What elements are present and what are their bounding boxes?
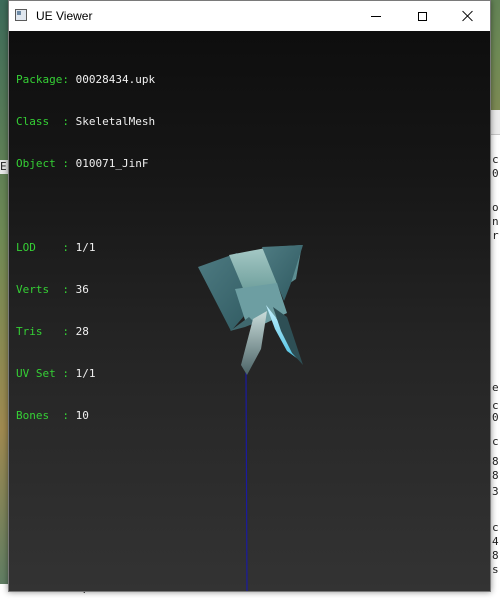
- console-char: 8: [492, 469, 499, 482]
- info-package: Package: 00028434.upk: [16, 73, 155, 87]
- info-label: Tris :: [16, 325, 69, 338]
- console-char: c: [492, 435, 499, 448]
- info-value: 28: [75, 325, 89, 338]
- mesh-dark-tail: [273, 307, 303, 365]
- info-label: Verts :: [16, 283, 69, 296]
- info-label: LOD :: [16, 241, 69, 254]
- console-char: c: [492, 153, 499, 166]
- info-value: 1/1: [75, 241, 96, 254]
- console-char: r: [492, 229, 499, 242]
- mesh-info-overlay: Package: 00028434.upk Class : SkeletalMe…: [16, 45, 155, 451]
- console-char: 0: [492, 411, 499, 424]
- info-value: 010071_JinF: [75, 157, 149, 170]
- console-left-glyph: E: [0, 160, 8, 174]
- console-char: c: [492, 521, 499, 534]
- ue-viewer-window[interactable]: UE Viewer Package: 00028434.upk Class: …: [8, 0, 491, 592]
- bone-line: [245, 370, 248, 591]
- maximize-icon: [417, 11, 427, 21]
- info-value: 36: [75, 283, 89, 296]
- info-label: Object :: [16, 157, 69, 170]
- console-char: e: [492, 381, 499, 394]
- info-tris: Tris : 28: [16, 325, 155, 339]
- console-char: 4: [492, 535, 499, 548]
- info-value: 1/1: [75, 367, 96, 380]
- console-char: s: [492, 563, 499, 576]
- info-label: UV Set :: [16, 367, 69, 380]
- info-uvset: UV Set : 1/1: [16, 367, 155, 381]
- app-icon[interactable]: [15, 9, 27, 21]
- info-value: 00028434.upk: [75, 73, 156, 86]
- info-value: SkeletalMesh: [75, 115, 156, 128]
- info-bones: Bones : 10: [16, 409, 155, 423]
- info-verts: Verts : 36: [16, 283, 155, 297]
- console-char: 3: [492, 485, 499, 498]
- console-char: 8: [492, 549, 499, 562]
- close-button[interactable]: [445, 1, 491, 31]
- 3d-viewport[interactable]: Package: 00028434.upk Class : SkeletalMe…: [9, 31, 490, 591]
- console-toolbar: [491, 110, 500, 135]
- title-bar[interactable]: UE Viewer: [9, 1, 490, 31]
- console-right-edge: c 0 o n r e c 0 c 8 8 3 c 4 8 s: [490, 110, 500, 600]
- info-label: Package:: [16, 73, 69, 86]
- close-icon: [462, 10, 474, 22]
- minimize-button[interactable]: [353, 1, 399, 31]
- info-lod: LOD : 1/1: [16, 241, 155, 255]
- console-char: 0: [492, 167, 499, 180]
- info-label: Class :: [16, 115, 69, 128]
- console-char: n: [492, 215, 499, 228]
- info-value: 10: [75, 409, 89, 422]
- info-class: Class : SkeletalMesh: [16, 115, 155, 129]
- console-char: 8: [492, 455, 499, 468]
- minimize-icon: [371, 15, 381, 17]
- window-title: UE Viewer: [36, 9, 93, 23]
- info-label: Bones :: [16, 409, 69, 422]
- console-char: o: [492, 201, 499, 214]
- info-object: Object : 010071_JinF: [16, 157, 155, 171]
- maximize-button[interactable]: [399, 1, 445, 31]
